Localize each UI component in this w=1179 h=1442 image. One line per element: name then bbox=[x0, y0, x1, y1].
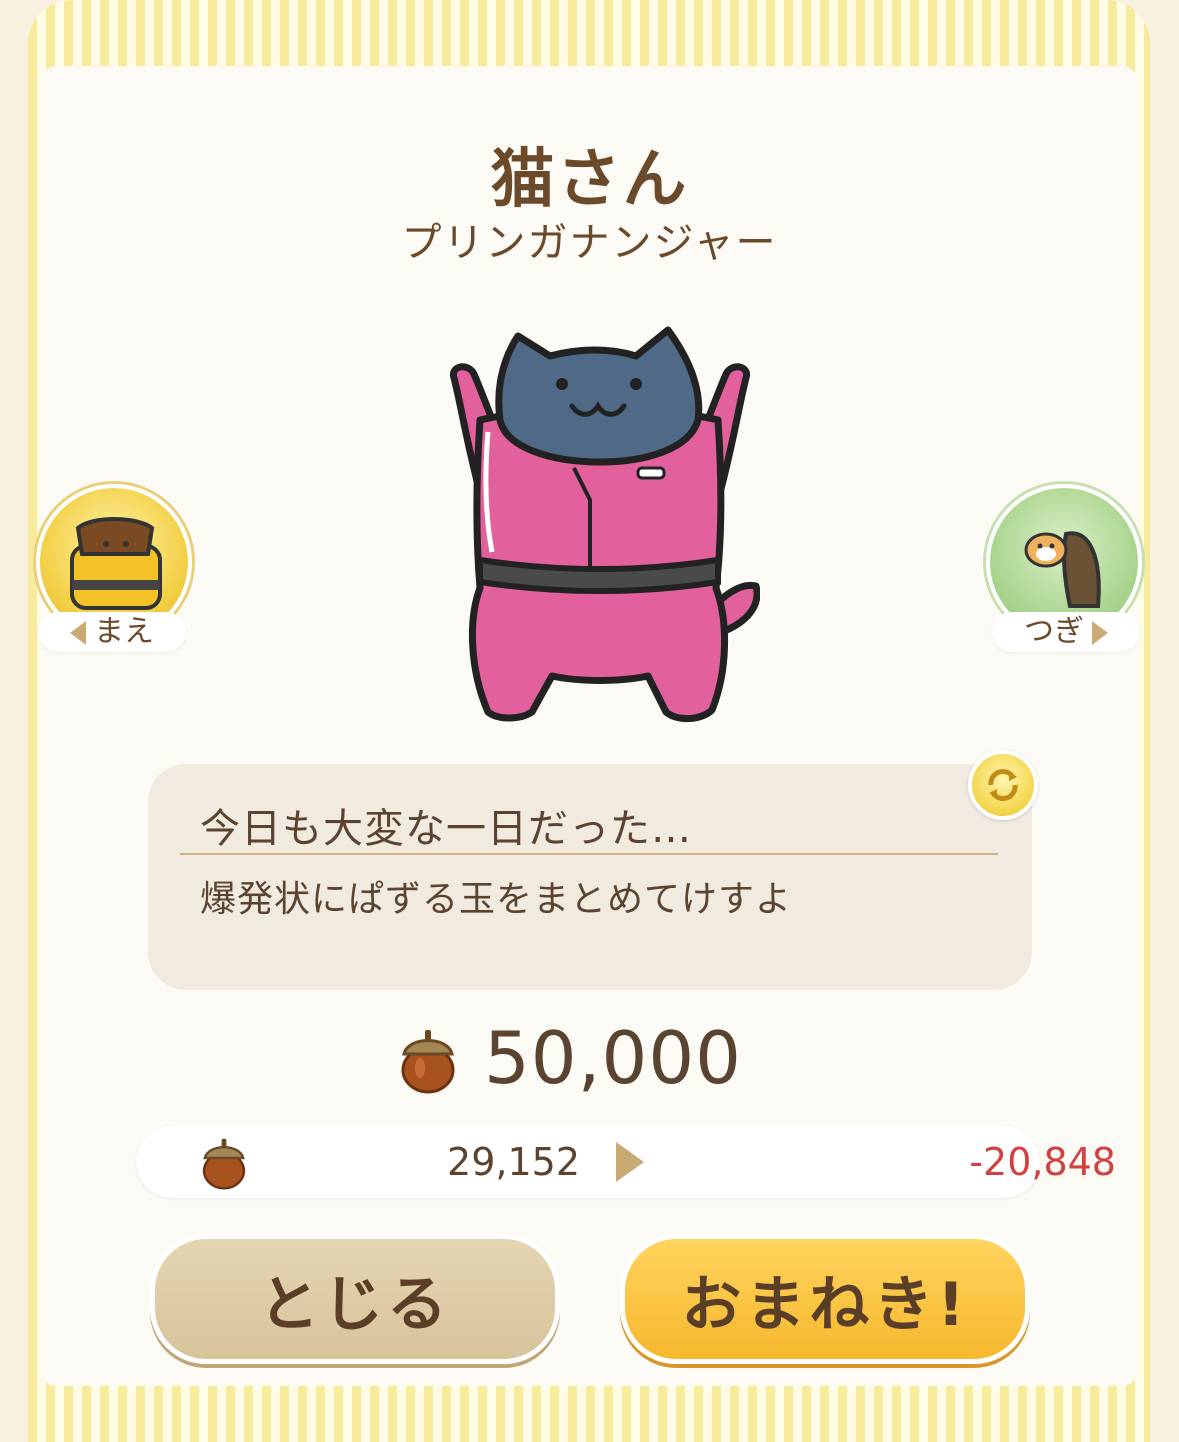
next-label-pill[interactable]: つぎ bbox=[992, 612, 1140, 652]
refresh-button[interactable] bbox=[968, 750, 1038, 820]
prev-label-pill[interactable]: まえ bbox=[38, 612, 186, 652]
character-title: プリンガナンジャー bbox=[401, 220, 778, 266]
invite-button[interactable]: おまねき! bbox=[620, 1234, 1030, 1364]
price-value: 50,000 bbox=[484, 1016, 742, 1100]
character-illustration bbox=[449, 326, 760, 722]
refresh-icon bbox=[988, 769, 1018, 801]
character-skill: 爆発状にぱずる玉をまとめてけすよ bbox=[200, 879, 793, 920]
next-label: つぎ bbox=[1024, 614, 1084, 649]
acorn-small-icon bbox=[202, 1138, 246, 1190]
triangle-left-icon bbox=[70, 620, 86, 645]
balance-bar: 29,152 -20,848 bbox=[136, 1126, 1116, 1198]
message-divider bbox=[180, 853, 998, 855]
next-button[interactable]: つぎ bbox=[986, 484, 1146, 674]
character-quote: 今日も大変な一日だった… bbox=[200, 806, 692, 852]
prev-label: まえ bbox=[94, 614, 154, 649]
message-box: 今日も大変な一日だった… 爆発状にぱずる玉をまとめてけすよ bbox=[148, 764, 1032, 990]
character-name: 猫さん bbox=[490, 143, 689, 217]
remaining-acorns: -20,848 bbox=[969, 1140, 1116, 1184]
prev-button[interactable]: まえ bbox=[36, 484, 196, 674]
bottom-stripe bbox=[28, 1386, 1150, 1442]
close-button[interactable]: とじる bbox=[150, 1234, 560, 1364]
triangle-right-icon bbox=[1092, 620, 1108, 645]
price-display: 50,000 bbox=[396, 1016, 796, 1106]
acorn-icon bbox=[401, 1030, 455, 1094]
arrow-right-icon bbox=[616, 1142, 644, 1182]
current-acorns: 29,152 bbox=[447, 1140, 580, 1184]
